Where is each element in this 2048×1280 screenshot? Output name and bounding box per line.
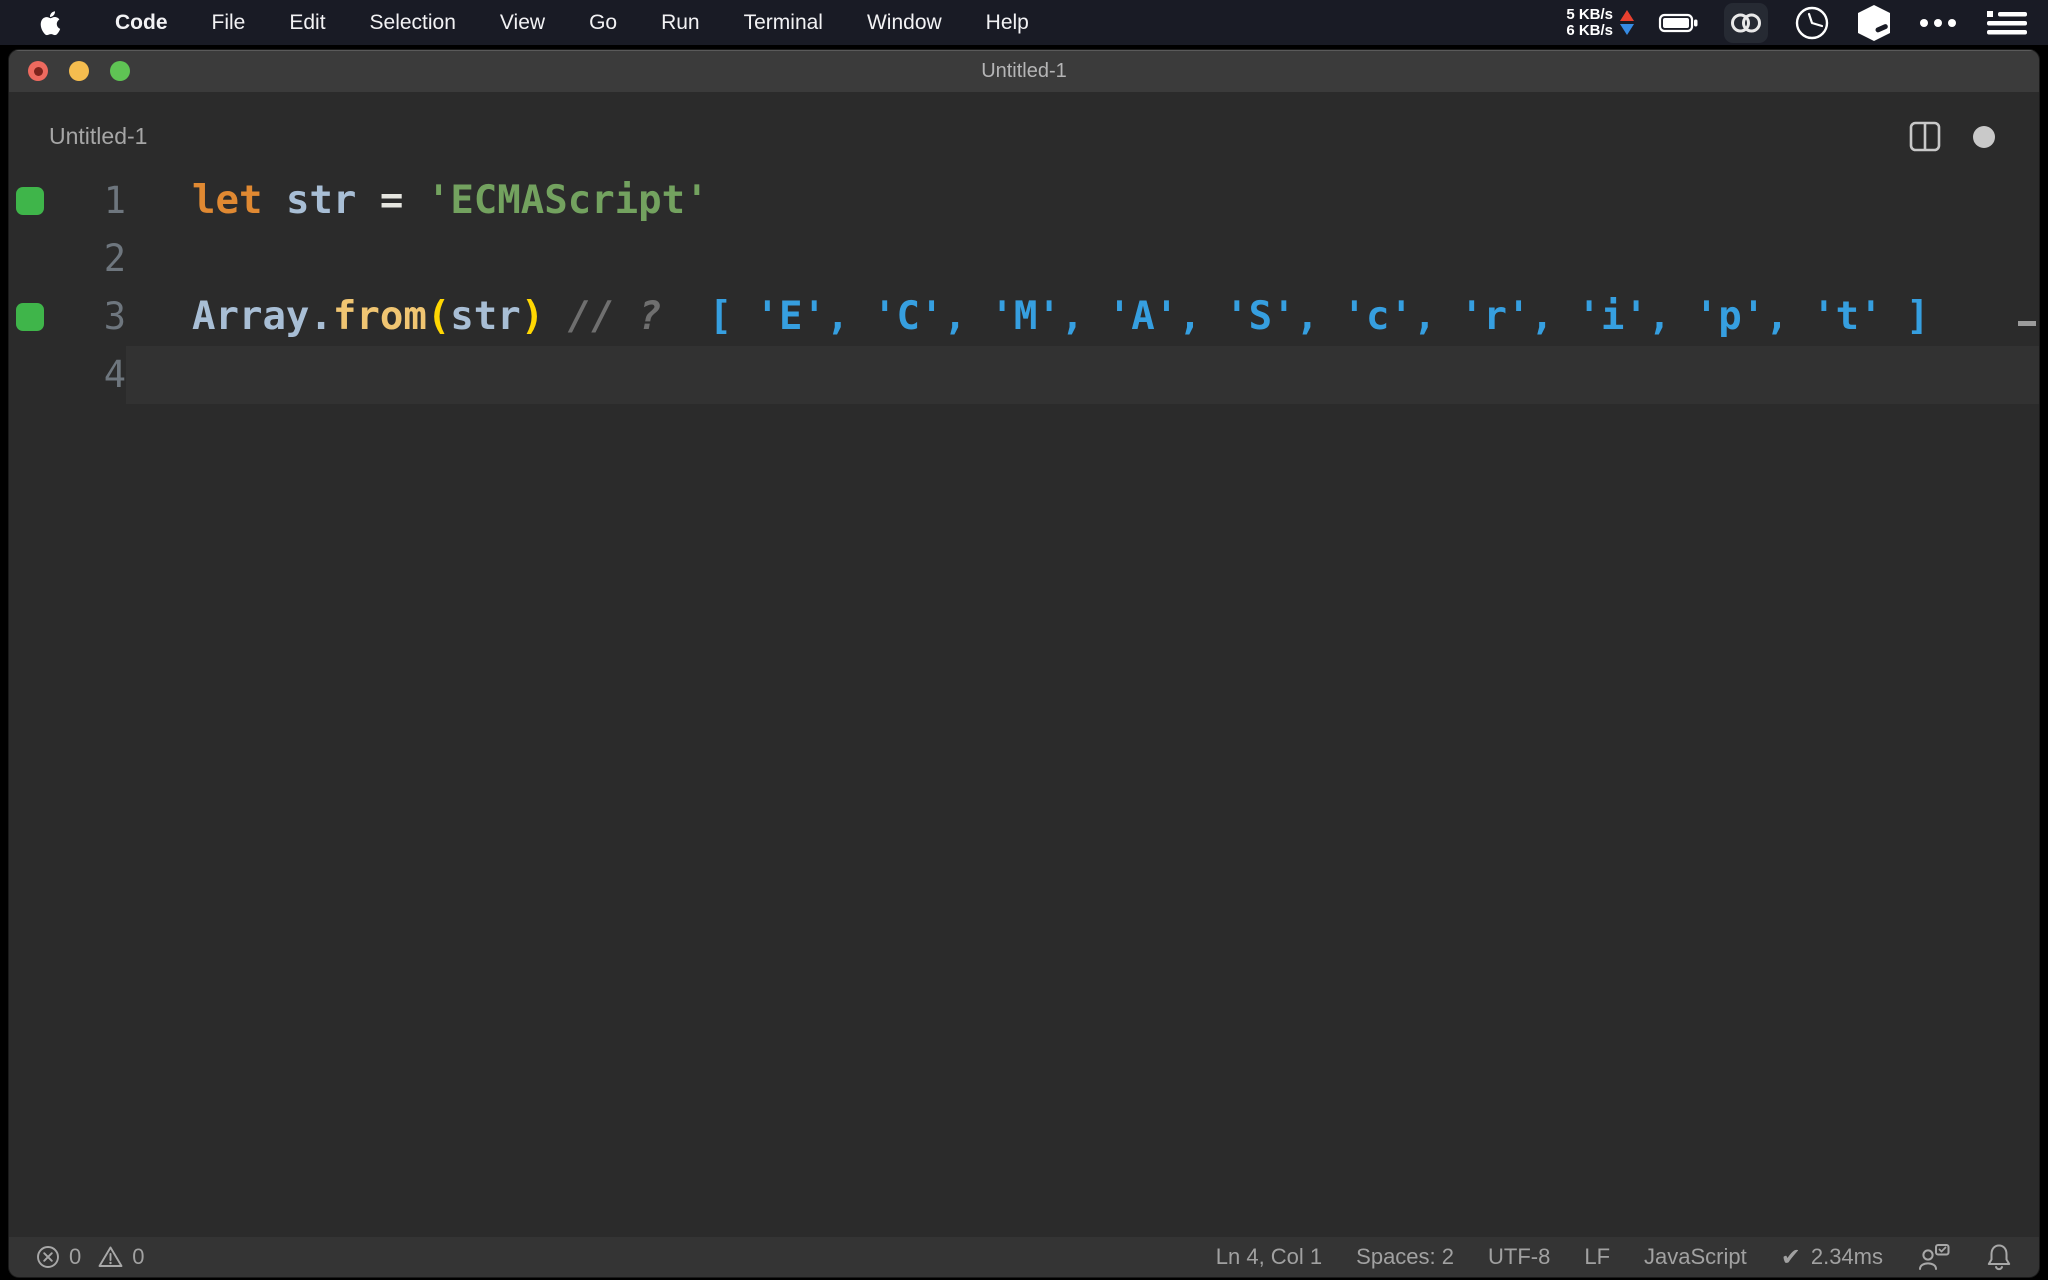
indentation-setting[interactable]: Spaces: 2: [1356, 1244, 1454, 1270]
feedback-icon[interactable]: [1917, 1242, 1951, 1272]
code-line-content[interactable]: let str = 'ECMAScript': [126, 172, 2039, 230]
quokka-status[interactable]: ✔ 2.34ms: [1781, 1243, 1883, 1272]
list-icon[interactable]: [1984, 5, 2030, 41]
upload-arrow-icon: [1620, 10, 1634, 21]
token-function: from: [332, 294, 427, 339]
quokka-coverage-indicator: [9, 288, 51, 346]
code-line-content[interactable]: [126, 230, 2039, 288]
zoom-button[interactable]: [110, 61, 130, 81]
clock-icon[interactable]: [1792, 3, 1832, 43]
linked-rings-icon[interactable]: [1724, 2, 1768, 43]
menu-go[interactable]: Go: [589, 11, 617, 35]
cursor-position[interactable]: Ln 4, Col 1: [1216, 1244, 1322, 1270]
error-count: 0: [69, 1244, 82, 1269]
check-icon: ✔: [1780, 1243, 1801, 1271]
line-number[interactable]: 2: [51, 230, 126, 288]
open-file-label[interactable]: Untitled-1: [49, 123, 147, 150]
menu-view[interactable]: View: [500, 11, 545, 35]
editor-header: Untitled-1: [9, 92, 2039, 167]
overview-ruler-marker: [2018, 321, 2036, 326]
coverage-gutter: [9, 346, 51, 404]
menu-app-code[interactable]: Code: [115, 11, 168, 35]
bell-icon[interactable]: [1985, 1242, 2013, 1272]
token-bracket: (: [426, 294, 451, 339]
eol-setting[interactable]: LF: [1584, 1244, 1610, 1270]
editor-actions: [1907, 119, 1995, 155]
apple-icon: [40, 10, 61, 35]
editor-line[interactable]: 4: [9, 346, 2039, 404]
token-variable: str: [285, 178, 357, 223]
line-number[interactable]: 1: [51, 172, 126, 230]
token-variable: str: [450, 294, 521, 339]
menu-run[interactable]: Run: [661, 11, 700, 35]
coverage-square-icon: [16, 187, 44, 215]
menu-help[interactable]: Help: [986, 11, 1029, 35]
menu-file[interactable]: File: [212, 11, 246, 35]
split-editor-icon[interactable]: [1907, 119, 1943, 155]
minimize-button[interactable]: [69, 61, 89, 81]
download-arrow-icon: [1620, 24, 1634, 35]
token-value: [ 'E', 'C', 'M', 'A', 'S', 'c', 'r', 'i'…: [708, 294, 1930, 339]
line-number[interactable]: 4: [51, 346, 126, 404]
network-up-speed: 5 KB/s: [1566, 5, 1613, 23]
editor-lines: 1 let str = 'ECMAScript' 2 3 Array.from(str)…: [9, 172, 2039, 404]
warning-icon: [98, 1246, 123, 1267]
editor-line[interactable]: 3 Array.from(str) // ? [ 'E', 'C', 'M', '…: [9, 288, 2039, 346]
ellipsis-icon[interactable]: [1916, 3, 1960, 43]
error-icon: [37, 1246, 59, 1268]
token-keyword: let: [192, 178, 263, 223]
network-down-speed: 6 KB/s: [1566, 21, 1613, 39]
token-operator: =: [379, 178, 404, 223]
vscode-window: Untitled-1 Untitled-1 1 let str = 'ECMASc…: [8, 49, 2040, 1278]
token-bracket: ): [520, 294, 545, 339]
line-number[interactable]: 3: [51, 288, 126, 346]
menu-selection[interactable]: Selection: [370, 11, 456, 35]
coverage-square-icon: [16, 303, 44, 331]
close-button[interactable]: [28, 61, 48, 81]
coverage-gutter: [9, 230, 51, 288]
unsaved-close-dot: [33, 66, 43, 76]
apple-menu[interactable]: [38, 10, 61, 36]
quokka-coverage-indicator: [9, 172, 51, 230]
network-speed-indicator[interactable]: 5 KB/s 6 KB/s: [1566, 5, 1634, 39]
window-titlebar[interactable]: Untitled-1: [9, 50, 2039, 92]
menu-status-items: 5 KB/s 6 KB/s: [1566, 0, 2048, 45]
unsaved-indicator-dot[interactable]: [1973, 125, 1995, 148]
token-variable: Array.: [192, 294, 333, 339]
editor-line[interactable]: 2: [9, 230, 2039, 288]
menu-edit[interactable]: Edit: [289, 11, 325, 35]
code-editor[interactable]: 1 let str = 'ECMAScript' 2 3 Array.from(str)…: [9, 167, 2039, 1239]
menu-window[interactable]: Window: [867, 11, 942, 35]
cube-icon[interactable]: [1856, 3, 1892, 43]
code-line-content[interactable]: [126, 346, 2039, 404]
status-bar: 0 0 Ln 4, Col 1 Spaces: 2 UTF-8 LF JavaS…: [9, 1237, 2039, 1277]
macos-menu-bar: Code File Edit Selection View Go Run Ter…: [0, 0, 2048, 45]
battery-icon[interactable]: [1658, 11, 1700, 35]
menu-left: Code File Edit Selection View Go Run Ter…: [0, 10, 1029, 36]
code-line-content[interactable]: Array.from(str) // ? [ 'E', 'C', 'M', 'A…: [126, 288, 2039, 346]
editor-line[interactable]: 1 let str = 'ECMAScript': [9, 172, 2039, 230]
problems-indicator[interactable]: 0 0: [35, 1244, 145, 1270]
menu-terminal[interactable]: Terminal: [744, 11, 823, 35]
quokka-run-time: 2.34ms: [1810, 1244, 1883, 1269]
warning-count: 0: [132, 1244, 145, 1269]
language-mode[interactable]: JavaScript: [1644, 1244, 1747, 1270]
traffic-lights: [28, 50, 130, 92]
encoding-setting[interactable]: UTF-8: [1488, 1244, 1550, 1270]
window-title: Untitled-1: [981, 59, 1067, 82]
token-comment: // ?: [567, 294, 662, 339]
token-string: 'ECMAScript': [426, 178, 709, 223]
